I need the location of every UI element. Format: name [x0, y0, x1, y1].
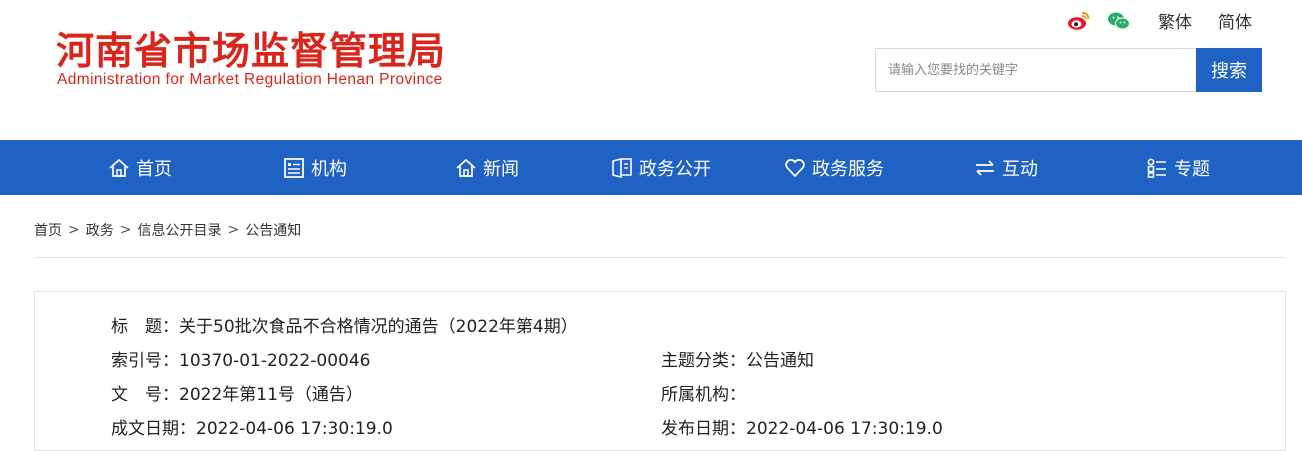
weibo-icon[interactable]	[1066, 9, 1092, 33]
nav-label: 政务公开	[639, 158, 711, 180]
doc-number-row: 文 号：2022年第11号（通告）	[111, 380, 363, 405]
created-date-label: 成文日期：	[111, 419, 196, 439]
topic-value: 公告通知	[746, 351, 814, 371]
document-info-panel: 标 题：关于50批次食品不合格情况的通告（2022年第4期） 索引号：10370…	[34, 291, 1286, 451]
site-title[interactable]: 河南省市场监督管理局	[56, 20, 446, 75]
nav-item-home[interactable]: 首页	[108, 140, 172, 195]
topic-label: 主题分类：	[661, 351, 746, 371]
index-label: 索引号：	[111, 351, 179, 371]
created-date-row: 成文日期：2022-04-06 17:30:19.0	[111, 414, 393, 439]
nav-item-gov-services[interactable]: 政务服务	[784, 140, 884, 195]
index-value: 10370-01-2022-00046	[179, 351, 371, 371]
grid-list-icon	[1147, 158, 1166, 178]
search-input[interactable]	[875, 48, 1196, 92]
simplified-chinese-link[interactable]: 简体	[1218, 8, 1252, 33]
published-date-value: 2022-04-06 17:30:19.0	[746, 419, 943, 439]
org-row: 所属机构：	[661, 380, 746, 405]
nav-item-news[interactable]: 新闻	[455, 140, 519, 195]
nav-item-topics[interactable]: 专题	[1146, 140, 1210, 195]
topic-row: 主题分类：公告通知	[661, 346, 814, 371]
doc-number-label: 文 号：	[111, 385, 179, 405]
breadcrumb-home[interactable]: 首页	[34, 220, 62, 240]
breadcrumb-affairs[interactable]: 政务	[86, 220, 114, 240]
nav-label: 政务服务	[812, 158, 884, 180]
site-header: 河南省市场监督管理局 Administration for Market Reg…	[0, 0, 1302, 140]
traditional-chinese-link[interactable]: 繁体	[1158, 8, 1192, 33]
nav-label: 专题	[1174, 158, 1210, 180]
breadcrumb-separator: >	[68, 222, 80, 238]
nav-label: 机构	[311, 158, 347, 180]
home-icon	[456, 158, 476, 177]
published-date-label: 发布日期：	[661, 419, 746, 439]
search-bar: 搜索	[875, 48, 1262, 92]
nav-item-interaction[interactable]: 互动	[974, 140, 1038, 195]
divider	[34, 257, 1286, 258]
breadcrumb: 首页 > 政务 > 信息公开目录 > 公告通知	[34, 220, 301, 240]
title-row: 标 题：关于50批次食品不合格情况的通告（2022年第4期）	[111, 312, 578, 337]
org-label: 所属机构：	[661, 385, 746, 405]
main-nav: 首页 机构 新闻 政务公开 政务服务 互动 专题	[0, 140, 1302, 195]
breadcrumb-notices[interactable]: 公告通知	[245, 220, 301, 240]
nav-item-org[interactable]: 机构	[283, 140, 347, 195]
nav-item-gov-affairs[interactable]: 政务公开	[611, 140, 711, 195]
nav-label: 新闻	[483, 158, 519, 180]
index-row: 索引号：10370-01-2022-00046	[111, 346, 370, 371]
breadcrumb-separator: >	[227, 222, 240, 238]
doc-number-value: 2022年第11号（通告）	[179, 385, 363, 405]
list-icon	[284, 157, 304, 178]
title-label: 标 题：	[111, 317, 179, 337]
home-icon	[109, 158, 129, 177]
search-button[interactable]: 搜索	[1196, 48, 1262, 92]
created-date-value: 2022-04-06 17:30:19.0	[196, 419, 393, 439]
published-date-row: 发布日期：2022-04-06 17:30:19.0	[661, 414, 943, 439]
breadcrumb-separator: >	[119, 222, 132, 238]
book-icon	[612, 157, 632, 178]
nav-label: 互动	[1002, 158, 1038, 180]
title-value: 关于50批次食品不合格情况的通告（2022年第4期）	[179, 317, 578, 337]
breadcrumb-catalog[interactable]: 信息公开目录	[137, 220, 221, 240]
exchange-icon	[976, 159, 994, 176]
nav-label: 首页	[136, 158, 172, 180]
heart-icon	[785, 158, 805, 177]
wechat-icon[interactable]	[1106, 9, 1132, 33]
site-subtitle: Administration for Market Regulation Hen…	[57, 71, 443, 88]
top-links: 繁体 简体	[1066, 8, 1266, 33]
